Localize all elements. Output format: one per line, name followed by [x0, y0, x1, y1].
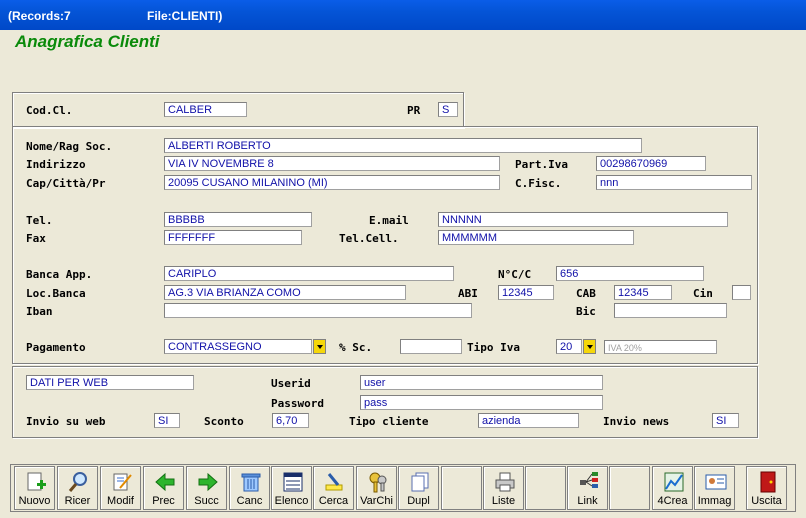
userid-label: Userid	[271, 377, 311, 390]
password-label: Password	[271, 397, 324, 410]
arrow-left-icon	[155, 472, 175, 492]
iban-label: Iban	[26, 305, 53, 318]
tipocliente-label: Tipo cliente	[349, 415, 429, 428]
tipocliente-field[interactable]: azienda	[478, 413, 579, 428]
edit-document-icon	[113, 473, 132, 491]
pr-label: PR	[407, 104, 421, 117]
chart-icon	[664, 472, 684, 492]
tipoiva-dropdown-icon[interactable]	[583, 339, 596, 354]
bic-label: Bic	[576, 305, 596, 318]
locbanca-label: Loc.Banca	[26, 287, 86, 300]
duplicate-icon	[411, 472, 429, 492]
arrow-right-icon	[198, 472, 218, 492]
pagamento-dropdown-icon[interactable]	[313, 339, 326, 354]
ricer-button[interactable]: Ricer	[57, 466, 98, 510]
pagamento-select[interactable]: CONTRASSEGNO	[164, 339, 312, 354]
prec-button[interactable]: Prec	[143, 466, 184, 510]
nome-field[interactable]: ALBERTI ROBERTO	[164, 138, 642, 153]
banca-field[interactable]: CARIPLO	[164, 266, 454, 281]
tipoiva-select[interactable]: 20	[556, 339, 582, 354]
cod-label: Cod.Cl.	[26, 104, 73, 117]
partiva-label: Part.Iva	[515, 158, 568, 171]
fax-label: Fax	[26, 232, 46, 245]
invionews-field[interactable]: SI	[712, 413, 739, 428]
invio-web-label: Invio su web	[26, 415, 106, 428]
sc-field[interactable]	[400, 339, 462, 354]
empty-button-1[interactable]	[441, 466, 482, 510]
fax-field[interactable]: FFFFFFF	[164, 230, 302, 245]
cfisc-field[interactable]: nnn	[596, 175, 752, 190]
elenco-button[interactable]: Elenco	[271, 466, 312, 510]
cin-field[interactable]	[732, 285, 751, 300]
telcell-field[interactable]: MMMMMM	[438, 230, 634, 245]
dati-web-field[interactable]: DATI PER WEB	[26, 375, 194, 390]
cap-field[interactable]: 20095 CUSANO MILANINO (MI)	[164, 175, 500, 190]
userid-field[interactable]: user	[360, 375, 603, 390]
list-icon	[283, 472, 303, 492]
cab-label: CAB	[576, 287, 596, 300]
nome-label: Nome/Rag Soc.	[26, 140, 113, 153]
invio-web-field[interactable]: SI	[154, 413, 180, 428]
new-document-icon	[27, 472, 46, 491]
printer-icon	[495, 472, 515, 492]
abi-field[interactable]: 12345	[498, 285, 554, 300]
title-bar: (Records:7 File:CLIENTI)	[0, 0, 806, 30]
varchi-button[interactable]: VarChi	[356, 466, 397, 510]
banca-label: Banca App.	[26, 268, 93, 281]
sc-label: % Sc.	[339, 341, 373, 354]
succ-button[interactable]: Succ	[186, 466, 227, 510]
email-field[interactable]: NNNNN	[438, 212, 728, 227]
tipoiva-label: Tipo Iva	[467, 341, 520, 354]
partiva-field[interactable]: 00298670969	[596, 156, 706, 171]
crea4-button[interactable]: 4Crea	[652, 466, 693, 510]
pagamento-label: Pagamento	[26, 341, 86, 354]
cfisc-label: C.Fisc.	[515, 177, 562, 190]
file-name: File:CLIENTI)	[147, 9, 223, 23]
sconto-label: Sconto	[204, 415, 244, 428]
email-label: E.mail	[369, 214, 409, 227]
uscita-button[interactable]: Uscita	[746, 466, 787, 510]
password-field[interactable]: pass	[360, 395, 603, 410]
indirizzo-field[interactable]: VIA IV NOVEMBRE 8	[164, 156, 500, 171]
liste-button[interactable]: Liste	[483, 466, 524, 510]
cap-label: Cap/Città/Pr	[26, 177, 106, 190]
highlighter-icon	[325, 473, 343, 491]
trash-icon	[241, 473, 261, 492]
page-title: Anagrafica Clienti	[15, 32, 160, 51]
link-button[interactable]: Link	[567, 466, 608, 510]
empty-button-2[interactable]	[525, 466, 566, 510]
invionews-label: Invio news	[603, 415, 670, 428]
nuovo-button[interactable]: Nuovo	[14, 466, 55, 510]
indirizzo-label: Indirizzo	[26, 158, 86, 171]
id-card-icon	[705, 474, 727, 490]
telcell-label: Tel.Cell.	[339, 232, 399, 245]
exit-door-icon	[760, 471, 776, 493]
tel-field[interactable]: BBBBB	[164, 212, 312, 227]
cerca-button[interactable]: Cerca	[313, 466, 354, 510]
modif-button[interactable]: Modif	[100, 466, 141, 510]
canc-button[interactable]: Canc	[229, 466, 270, 510]
tel-label: Tel.	[26, 214, 53, 227]
abi-label: ABI	[458, 287, 478, 300]
sconto-field[interactable]: 6,70	[272, 413, 309, 428]
tipoiva-description: IVA 20%	[604, 340, 717, 354]
cab-field[interactable]: 12345	[614, 285, 672, 300]
immag-button[interactable]: Immag	[694, 466, 735, 510]
ncc-field[interactable]: 656	[556, 266, 704, 281]
magnifier-icon	[68, 472, 87, 492]
hierarchy-icon	[580, 472, 598, 488]
bic-field[interactable]	[614, 303, 727, 318]
pr-field[interactable]: S	[438, 102, 458, 117]
iban-field[interactable]	[164, 303, 472, 318]
cin-label: Cin	[693, 287, 713, 300]
dupl-button[interactable]: Dupl	[398, 466, 439, 510]
records-count: (Records:7	[8, 9, 71, 23]
keys-icon	[369, 472, 387, 493]
cod-field[interactable]: CALBER	[164, 102, 247, 117]
empty-button-3[interactable]	[609, 466, 650, 510]
locbanca-field[interactable]: AG.3 VIA BRIANZA COMO	[164, 285, 406, 300]
ncc-label: N°C/C	[498, 268, 532, 281]
